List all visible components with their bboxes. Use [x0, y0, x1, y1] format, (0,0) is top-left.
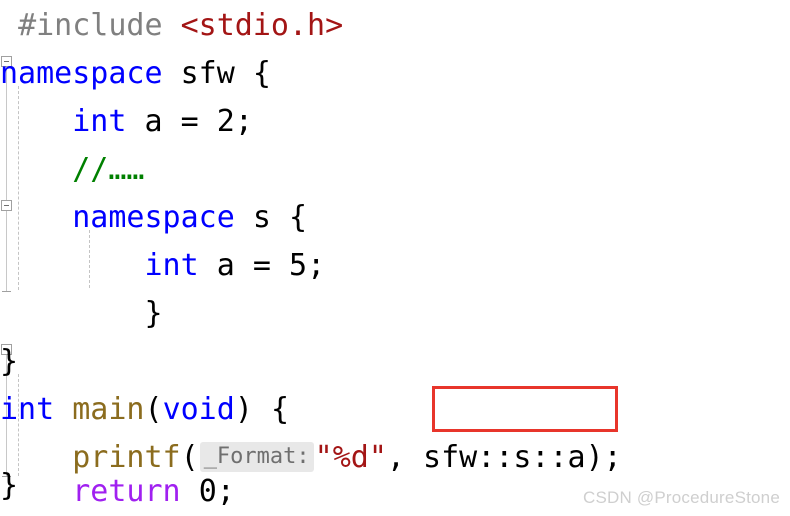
main-open-brace: {: [270, 392, 289, 427]
variable-name-sfw-a: a: [144, 104, 163, 139]
code-text-layer[interactable]: #include <stdio.h> namespace sfw { int a…: [0, 0, 790, 516]
semicolon-s-a: ;: [307, 248, 326, 283]
line-0-indent: [0, 8, 18, 43]
line-4-space-2: [271, 200, 289, 235]
line-0-space: [163, 8, 181, 43]
code-line-3[interactable]: //……: [0, 146, 790, 194]
variable-name-s-a: a: [216, 248, 235, 283]
namespace-s-close-brace: }: [144, 296, 163, 331]
line-8-space: [54, 392, 72, 427]
main-function-name: main: [72, 392, 145, 427]
include-header-name: <stdio.h>: [180, 8, 344, 43]
main-return-type: int: [0, 392, 55, 427]
line-3-indent: [0, 152, 72, 187]
watermark-text: CSDN @ProcedureStone: [582, 488, 780, 507]
main-close-brace: }: [0, 468, 19, 503]
line-5-space: [199, 248, 217, 283]
namespace-name-sfw: sfw: [180, 56, 235, 91]
main-open-paren: (: [144, 392, 163, 427]
variable-value-sfw-a: 2: [216, 104, 235, 139]
semicolon-sfw-a: ;: [234, 104, 253, 139]
code-line-6[interactable]: }: [0, 290, 790, 338]
main-close-paren: ): [234, 392, 271, 427]
code-line-7[interactable]: }: [0, 338, 790, 386]
line-2-space: [126, 104, 144, 139]
assign-operator-sfw-a: =: [162, 104, 217, 139]
variable-value-s-a: 5: [289, 248, 308, 283]
namespace-s-open-brace: {: [289, 200, 308, 235]
namespace-sfw-close-brace: }: [0, 344, 19, 379]
comment-ellipsis: //……: [72, 152, 145, 187]
code-editor-screenshot: #include <stdio.h> namespace sfw { int a…: [0, 0, 790, 516]
main-param-void: void: [162, 392, 235, 427]
int-keyword-s-a: int: [144, 248, 199, 283]
line-1-space-2: [235, 56, 253, 91]
include-directive: #include: [18, 8, 163, 43]
code-line-1[interactable]: namespace sfw {: [0, 50, 790, 98]
line-5-indent: [0, 248, 145, 283]
code-line-8[interactable]: int main(void) {: [0, 386, 790, 434]
line-4-space: [235, 200, 253, 235]
code-line-2[interactable]: int a = 2;: [0, 98, 790, 146]
int-keyword-sfw-a: int: [72, 104, 127, 139]
line-1-space: [163, 56, 181, 91]
namespace-keyword-sfw: namespace: [0, 56, 163, 91]
code-line-5[interactable]: int a = 5;: [0, 242, 790, 290]
line-4-indent: [0, 200, 72, 235]
namespace-keyword-s: namespace: [72, 200, 235, 235]
code-line-0[interactable]: #include <stdio.h>: [0, 2, 790, 50]
assign-operator-s-a: =: [234, 248, 289, 283]
namespace-name-s: s: [252, 200, 271, 235]
namespace-sfw-open-brace: {: [252, 56, 271, 91]
code-line-4[interactable]: namespace s {: [0, 194, 790, 242]
line-2-indent: [0, 104, 72, 139]
line-6-indent: [0, 296, 145, 331]
